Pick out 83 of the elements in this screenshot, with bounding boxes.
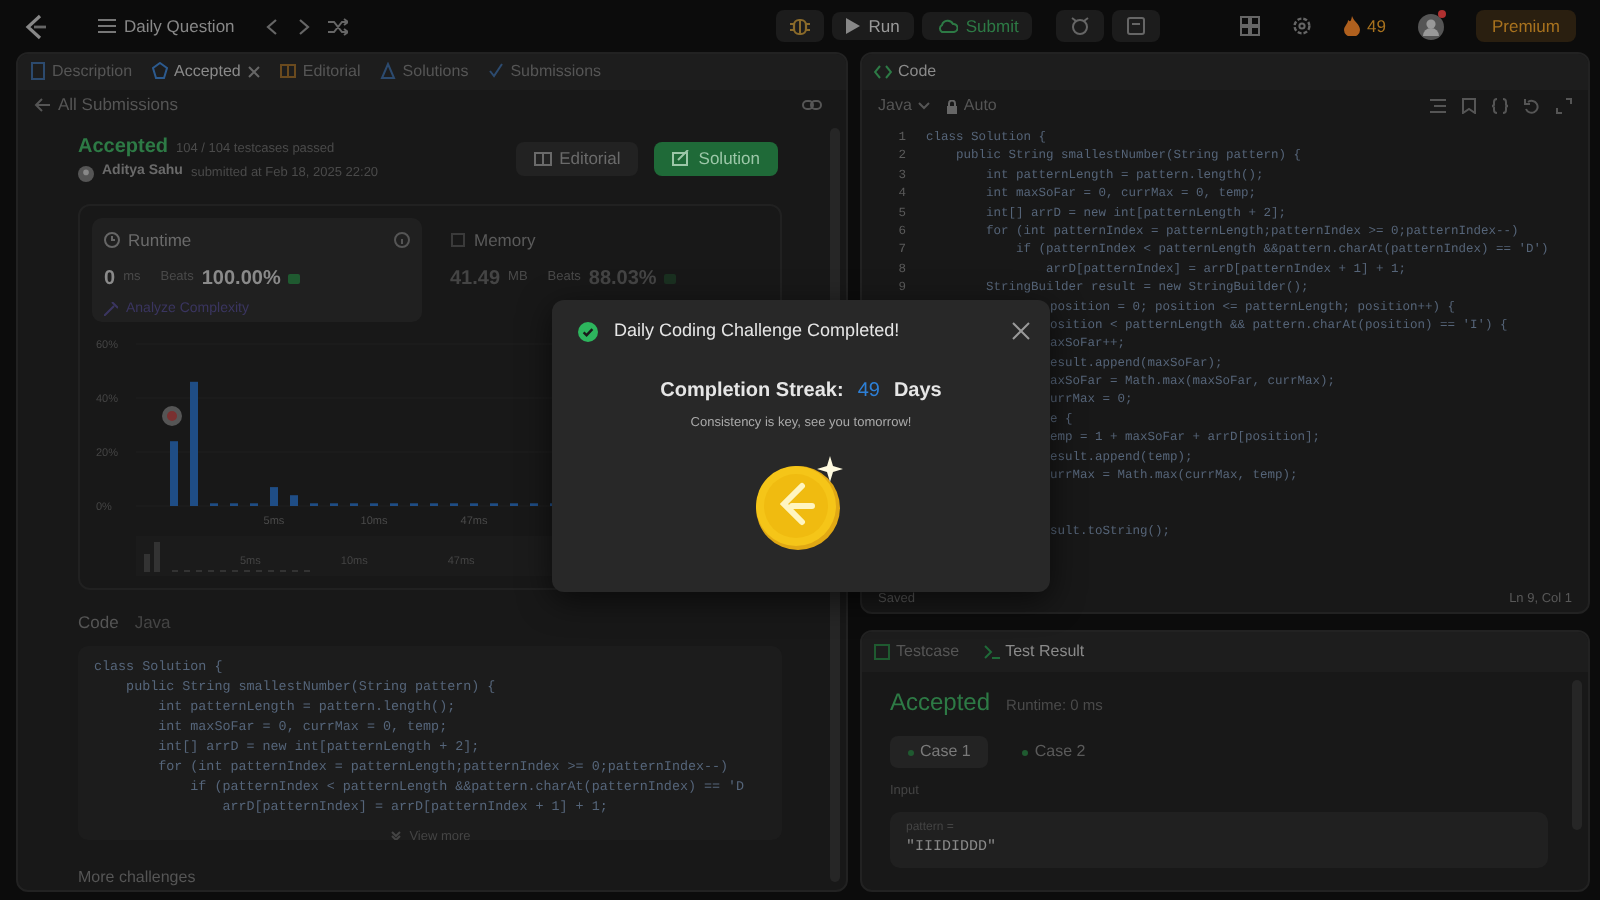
wand-icon bbox=[104, 302, 118, 317]
arrow-left-icon bbox=[34, 97, 50, 112]
language-dropdown[interactable]: Java bbox=[878, 98, 930, 114]
info-icon[interactable] bbox=[394, 232, 410, 249]
metric-title: Memory bbox=[474, 227, 536, 254]
flame-icon bbox=[1343, 16, 1360, 36]
edit-icon bbox=[672, 149, 691, 168]
back-link[interactable]: All Submissions bbox=[34, 92, 178, 118]
case-tab[interactable]: Case 1 bbox=[890, 736, 989, 768]
close-icon[interactable] bbox=[248, 65, 261, 78]
panel-tab[interactable]: Editorial bbox=[280, 62, 361, 81]
bookmark-icon[interactable] bbox=[1462, 98, 1476, 114]
run-button[interactable]: Run bbox=[832, 11, 914, 41]
panel-tab[interactable]: Testcase bbox=[874, 644, 960, 660]
avatar-icon[interactable] bbox=[1417, 13, 1444, 40]
beats-percent: 100.00% bbox=[201, 265, 281, 294]
panel-tab[interactable]: Submissions bbox=[488, 62, 602, 81]
expand-icon[interactable] bbox=[1556, 98, 1572, 114]
result-status: Accepted bbox=[890, 686, 991, 720]
checkbox-icon bbox=[874, 644, 890, 660]
solution-button[interactable]: Solution bbox=[654, 141, 778, 176]
link-icon[interactable] bbox=[802, 97, 822, 112]
code-icon bbox=[874, 64, 892, 80]
submission-status: Accepted bbox=[78, 134, 169, 163]
case-tab[interactable]: Case 2 bbox=[1004, 736, 1104, 768]
bar[interactable] bbox=[270, 486, 278, 506]
panel-tab[interactable]: Description bbox=[30, 62, 133, 81]
user-avatar-icon bbox=[162, 405, 182, 426]
bar[interactable] bbox=[290, 494, 298, 506]
streak-value: 49 bbox=[857, 377, 880, 405]
bug-icon bbox=[790, 16, 811, 36]
section-title: More challenges bbox=[78, 866, 198, 890]
code-label: Code bbox=[78, 609, 119, 636]
clock-icon bbox=[104, 232, 120, 249]
panel-tab[interactable]: Accepted bbox=[152, 62, 241, 81]
editor-tab[interactable]: Code bbox=[874, 64, 937, 80]
status-dot-icon bbox=[1022, 749, 1029, 755]
metric-value: 0 bbox=[104, 265, 116, 294]
submit-button[interactable]: Submit bbox=[921, 11, 1033, 41]
notification-dot-icon bbox=[1437, 10, 1446, 19]
document-icon bbox=[30, 62, 46, 81]
debug-button[interactable] bbox=[776, 10, 825, 42]
bar[interactable] bbox=[170, 440, 178, 506]
status-dot-icon bbox=[908, 749, 914, 755]
logo-icon[interactable] bbox=[24, 13, 48, 39]
premium-button[interactable]: Premium bbox=[1475, 9, 1576, 43]
list-icon bbox=[98, 18, 116, 34]
panel-tab[interactable]: Test Result bbox=[983, 644, 1085, 660]
book-icon bbox=[280, 62, 297, 81]
streak-label: Completion Streak: bbox=[660, 377, 844, 405]
dialog-title: Daily Coding Challenge Completed! bbox=[614, 318, 900, 344]
problem-list-button[interactable]: Daily Question bbox=[84, 11, 249, 41]
cloud-icon bbox=[935, 18, 958, 34]
alarm-clock-icon bbox=[1070, 16, 1091, 36]
book-icon bbox=[533, 149, 552, 168]
auto-mode-button[interactable]: Auto bbox=[945, 98, 997, 114]
previous-icon[interactable] bbox=[264, 17, 281, 35]
braces-icon[interactable] bbox=[1492, 98, 1508, 114]
next-icon[interactable] bbox=[296, 17, 313, 35]
play-icon bbox=[846, 18, 861, 34]
undo-icon[interactable] bbox=[1524, 98, 1540, 114]
metric-title: Runtime bbox=[128, 227, 192, 254]
close-icon[interactable] bbox=[1012, 322, 1030, 341]
timer-button[interactable] bbox=[1056, 10, 1105, 42]
beats-icon bbox=[664, 273, 677, 284]
layout-icon[interactable] bbox=[1239, 16, 1260, 36]
avatar-icon bbox=[78, 165, 94, 182]
terminal-icon bbox=[983, 644, 1000, 660]
note-icon bbox=[1126, 16, 1147, 36]
shuffle-icon[interactable] bbox=[328, 17, 349, 35]
chevrons-down-icon bbox=[389, 830, 402, 840]
format-icon[interactable] bbox=[1430, 98, 1446, 114]
streak-unit: Days bbox=[893, 377, 942, 405]
beats-icon bbox=[288, 273, 301, 284]
check-icon bbox=[578, 321, 598, 342]
notes-button[interactable] bbox=[1112, 10, 1161, 42]
streak-count[interactable]: 49 bbox=[1367, 13, 1386, 39]
settings-icon[interactable] bbox=[1291, 16, 1312, 36]
lock-icon bbox=[945, 99, 958, 113]
tick-icon bbox=[488, 62, 505, 81]
editorial-button[interactable]: Editorial bbox=[515, 141, 639, 176]
panel-tab[interactable]: Solutions bbox=[380, 62, 469, 81]
caret-icon bbox=[917, 102, 930, 110]
